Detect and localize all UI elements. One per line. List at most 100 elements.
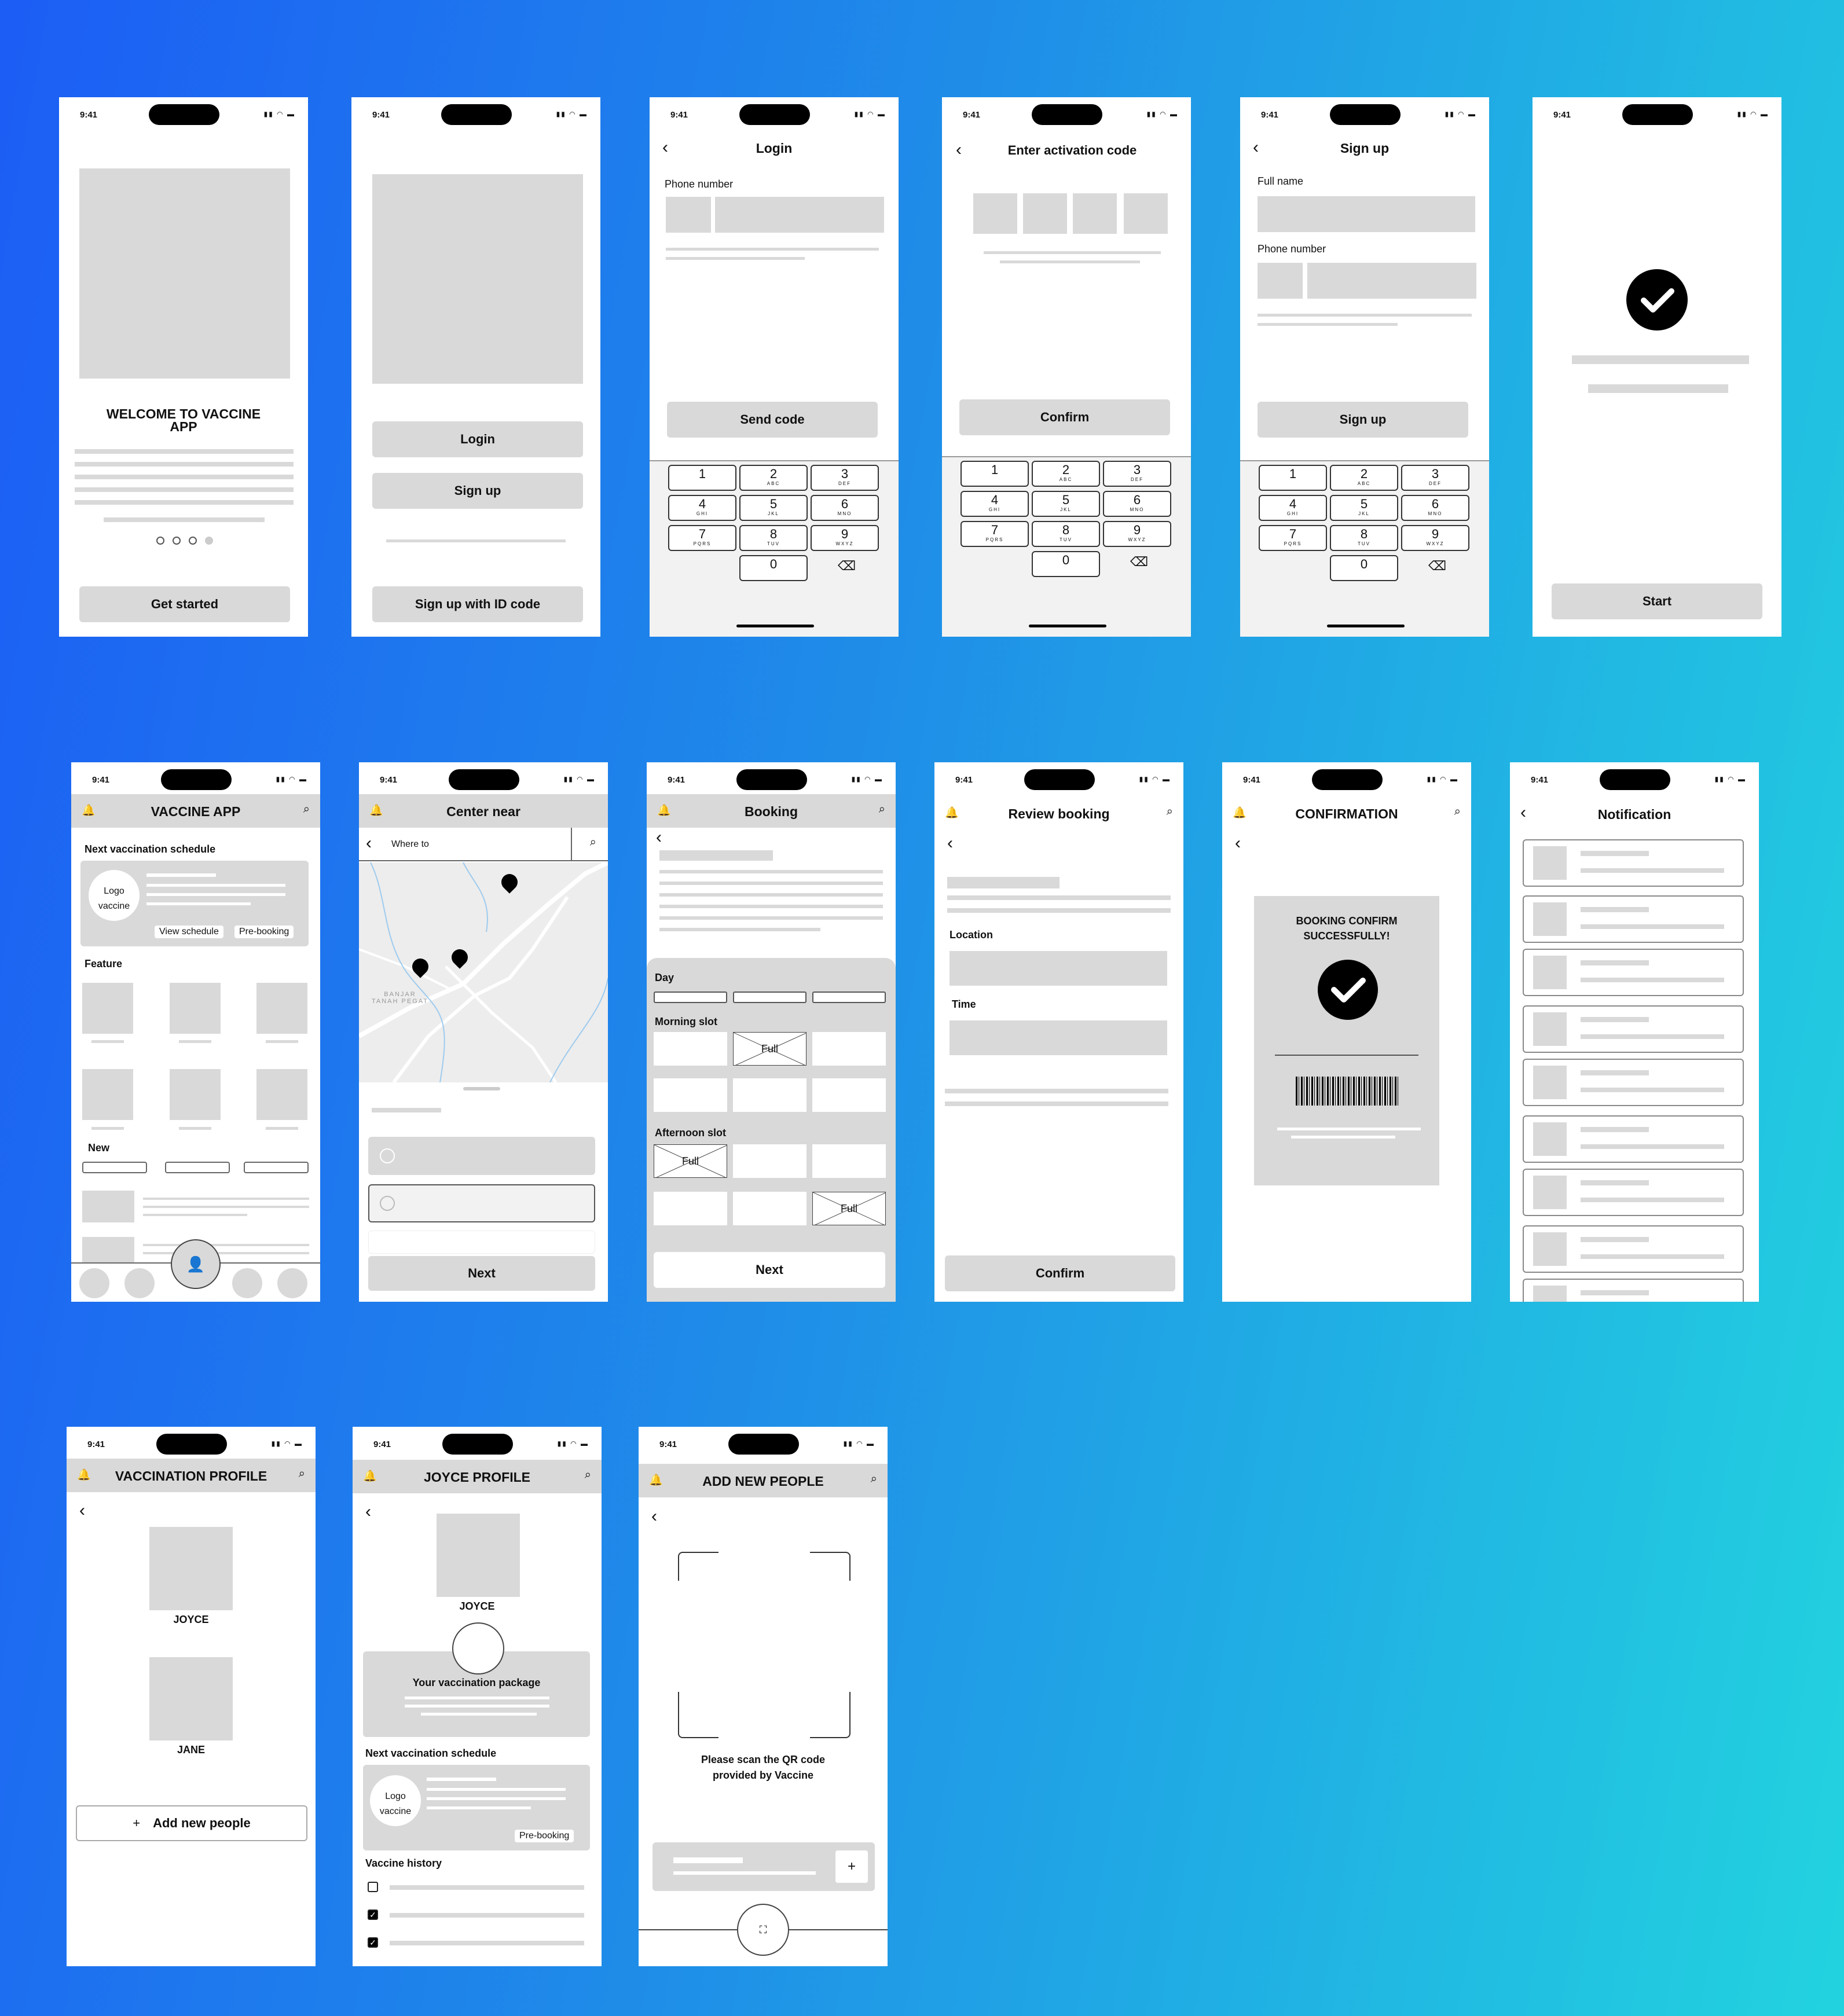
bell-icon[interactable]: 🔔: [649, 1473, 663, 1487]
key-1[interactable]: 1: [1259, 465, 1327, 491]
bell-icon[interactable]: 🔔: [945, 806, 959, 820]
country-code-field[interactable]: [666, 197, 711, 233]
bell-icon[interactable]: 🔔: [657, 803, 671, 817]
key-9[interactable]: 9 WXYZ: [1401, 525, 1469, 551]
time-slot[interactable]: [654, 1078, 727, 1112]
back-icon[interactable]: ‹: [1235, 835, 1241, 852]
search-icon[interactable]: ⌕: [1167, 805, 1173, 818]
back-icon[interactable]: ‹: [366, 835, 372, 852]
bell-icon[interactable]: 🔔: [363, 1469, 377, 1483]
bell-icon[interactable]: 🔔: [369, 803, 383, 817]
search-icon[interactable]: ⌕: [585, 1468, 591, 1482]
time-slot[interactable]: [812, 1078, 886, 1112]
notification-item[interactable]: [1523, 895, 1744, 943]
tab-icon[interactable]: [232, 1268, 262, 1298]
key-0[interactable]: 0: [1032, 551, 1100, 577]
phone-number-field[interactable]: [1307, 263, 1476, 299]
key-3[interactable]: 3 DEF: [1401, 465, 1469, 491]
new-filter-tab[interactable]: [82, 1162, 147, 1173]
phone-number-field[interactable]: [715, 197, 884, 233]
profile-icon[interactable]: 👤: [171, 1239, 221, 1289]
tab-icon[interactable]: [79, 1268, 109, 1298]
history-checkbox[interactable]: [368, 1882, 378, 1892]
country-code-field[interactable]: [1258, 263, 1303, 299]
key-5[interactable]: 5 JKL: [739, 495, 808, 521]
time-field[interactable]: [950, 1020, 1167, 1055]
key-9[interactable]: 9 WXYZ: [1103, 521, 1171, 547]
search-icon[interactable]: ⌕: [879, 803, 885, 816]
confirm-button[interactable]: Confirm: [959, 399, 1170, 435]
feature-tile[interactable]: [82, 1069, 133, 1120]
center-option-selected[interactable]: [368, 1184, 595, 1222]
center-option[interactable]: [368, 1137, 595, 1175]
key-8[interactable]: 8 TUV: [739, 525, 808, 551]
key-2[interactable]: 2 ABC: [739, 465, 808, 491]
key-1[interactable]: 1: [961, 461, 1029, 487]
key-0[interactable]: 0: [1330, 555, 1398, 581]
delete-key-icon[interactable]: ⌫: [1130, 555, 1148, 570]
delete-key-icon[interactable]: ⌫: [1428, 559, 1446, 574]
key-9[interactable]: 9 WXYZ: [811, 525, 879, 551]
time-slot[interactable]: [812, 1144, 886, 1178]
search-icon[interactable]: ⌕: [303, 803, 310, 816]
history-checkbox-checked[interactable]: ✓: [368, 1937, 378, 1948]
new-filter-tab[interactable]: [165, 1162, 230, 1173]
qr-scan-frame[interactable]: [678, 1552, 850, 1738]
avatar[interactable]: [149, 1657, 233, 1740]
feature-tile[interactable]: [82, 983, 133, 1034]
get-started-button[interactable]: Get started: [79, 586, 290, 622]
pre-booking-button[interactable]: Pre-booking: [234, 926, 294, 938]
avatar[interactable]: [149, 1527, 233, 1610]
schedule-card[interactable]: Logo vaccine Pre-booking: [363, 1765, 590, 1850]
notification-item[interactable]: [1523, 1115, 1744, 1163]
back-icon[interactable]: ‹: [79, 1502, 85, 1519]
avatar[interactable]: [437, 1514, 520, 1597]
key-2[interactable]: 2 ABC: [1032, 461, 1100, 487]
key-0[interactable]: 0: [739, 555, 808, 581]
notification-item[interactable]: [1523, 1225, 1744, 1273]
back-icon[interactable]: ‹: [656, 829, 662, 846]
start-button[interactable]: Start: [1552, 583, 1762, 619]
key-6[interactable]: 6 MNO: [811, 495, 879, 521]
key-3[interactable]: 3 DEF: [1103, 461, 1171, 487]
search-icon[interactable]: ⌕: [871, 1472, 877, 1486]
time-slot[interactable]: [733, 1078, 806, 1112]
sign-up-id-code-button[interactable]: Sign up with ID code: [372, 586, 583, 622]
key-8[interactable]: 8 TUV: [1032, 521, 1100, 547]
key-7[interactable]: 7 PQRS: [961, 521, 1029, 547]
new-filter-tab[interactable]: [244, 1162, 309, 1173]
tab-icon[interactable]: [124, 1268, 155, 1298]
location-field[interactable]: [950, 951, 1167, 986]
key-7[interactable]: 7 PQRS: [1259, 525, 1327, 551]
key-5[interactable]: 5 JKL: [1330, 495, 1398, 521]
search-input[interactable]: Where to: [391, 839, 429, 850]
send-code-button[interactable]: Send code: [667, 402, 878, 438]
time-slot[interactable]: [733, 1144, 806, 1178]
key-2[interactable]: 2 ABC: [1330, 465, 1398, 491]
code-digit-field[interactable]: [1023, 193, 1067, 234]
day-option[interactable]: [733, 992, 806, 1003]
scan-icon[interactable]: ⛶: [737, 1904, 789, 1956]
back-icon[interactable]: ‹: [365, 1503, 371, 1521]
key-6[interactable]: 6 MNO: [1401, 495, 1469, 521]
notification-item[interactable]: [1523, 1169, 1744, 1216]
code-digit-field[interactable]: [1073, 193, 1117, 234]
added-person-row[interactable]: +: [652, 1842, 875, 1891]
feature-tile[interactable]: [170, 1069, 221, 1120]
search-icon[interactable]: ⌕: [299, 1467, 305, 1481]
key-1[interactable]: 1: [668, 465, 736, 491]
code-digit-field[interactable]: [973, 193, 1017, 234]
day-option[interactable]: [654, 992, 727, 1003]
time-slot[interactable]: [654, 1032, 727, 1066]
back-icon[interactable]: ‹: [947, 835, 953, 852]
key-6[interactable]: 6 MNO: [1103, 491, 1171, 517]
search-icon[interactable]: ⌕: [590, 836, 596, 849]
tab-icon[interactable]: [277, 1268, 307, 1298]
sign-up-button[interactable]: Sign up: [372, 473, 583, 509]
full-name-field[interactable]: [1258, 196, 1475, 232]
notification-item[interactable]: [1523, 1005, 1744, 1053]
key-4[interactable]: 4 GHI: [961, 491, 1029, 517]
key-8[interactable]: 8 TUV: [1330, 525, 1398, 551]
add-icon[interactable]: +: [835, 1850, 868, 1883]
search-icon[interactable]: ⌕: [1454, 805, 1461, 818]
